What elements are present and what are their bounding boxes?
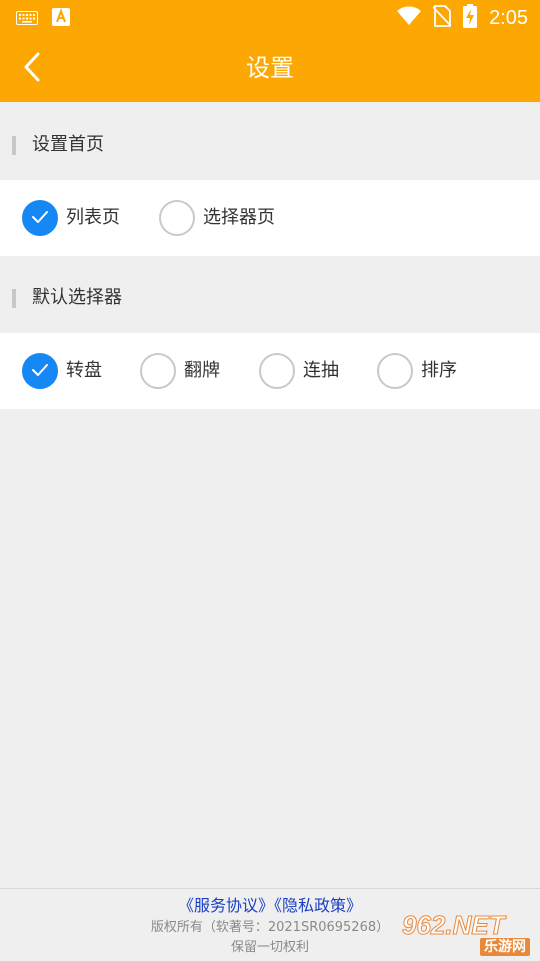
default-selector-options: 转盘 翻牌 连抽 排序 xyxy=(0,333,540,409)
option-list-page[interactable]: 列表页 xyxy=(22,198,120,238)
radio-unchecked[interactable] xyxy=(159,200,195,236)
option-selector-page[interactable]: 选择器页 xyxy=(159,198,275,238)
radio-unchecked[interactable] xyxy=(259,353,295,389)
service-agreement-link[interactable]: 《服务协议》 xyxy=(178,896,274,915)
watermark-logo: 962.NET 乐游网 xyxy=(402,910,534,956)
radio-unchecked[interactable] xyxy=(140,353,176,389)
no-sim-icon xyxy=(432,5,452,31)
option-label: 翻牌 xyxy=(184,360,220,381)
option-label: 列表页 xyxy=(66,207,120,228)
option-label: 连抽 xyxy=(303,360,339,381)
keyboard-icon xyxy=(16,10,38,29)
page-title: 设置 xyxy=(246,54,294,82)
section-title: 默认选择器 xyxy=(32,287,122,308)
option-label: 选择器页 xyxy=(203,207,275,228)
option-label: 排序 xyxy=(421,360,457,381)
wifi-icon xyxy=(397,6,422,30)
option-multi-draw[interactable]: 连抽 xyxy=(259,351,339,391)
home-page-options: 列表页 选择器页 xyxy=(0,180,540,256)
watermark-main: 962.NET xyxy=(402,910,506,941)
option-flip-card[interactable]: 翻牌 xyxy=(140,351,220,391)
checkmark-icon xyxy=(31,209,49,228)
battery-charging-icon xyxy=(463,4,478,32)
privacy-policy-link[interactable]: 《隐私政策》 xyxy=(274,896,362,915)
section-accent-bar xyxy=(12,136,16,155)
radio-checked[interactable] xyxy=(22,200,58,236)
radio-checked[interactable] xyxy=(22,353,58,389)
section-accent-bar xyxy=(12,289,16,308)
app-bar: 设置 xyxy=(0,34,540,102)
radio-unchecked[interactable] xyxy=(377,353,413,389)
section-header-home-page: 设置首页 xyxy=(0,107,540,183)
app-notification-icon xyxy=(52,8,70,30)
checkmark-icon xyxy=(31,362,49,381)
option-label: 转盘 xyxy=(66,360,102,381)
status-bar: 2:05 xyxy=(0,0,540,34)
section-title: 设置首页 xyxy=(32,134,104,155)
section-header-default-selector: 默认选择器 xyxy=(0,260,540,336)
option-sort[interactable]: 排序 xyxy=(377,351,457,391)
status-time: 2:05 xyxy=(489,7,528,29)
watermark-sub: 乐游网 xyxy=(480,938,530,956)
option-wheel[interactable]: 转盘 xyxy=(22,351,102,391)
